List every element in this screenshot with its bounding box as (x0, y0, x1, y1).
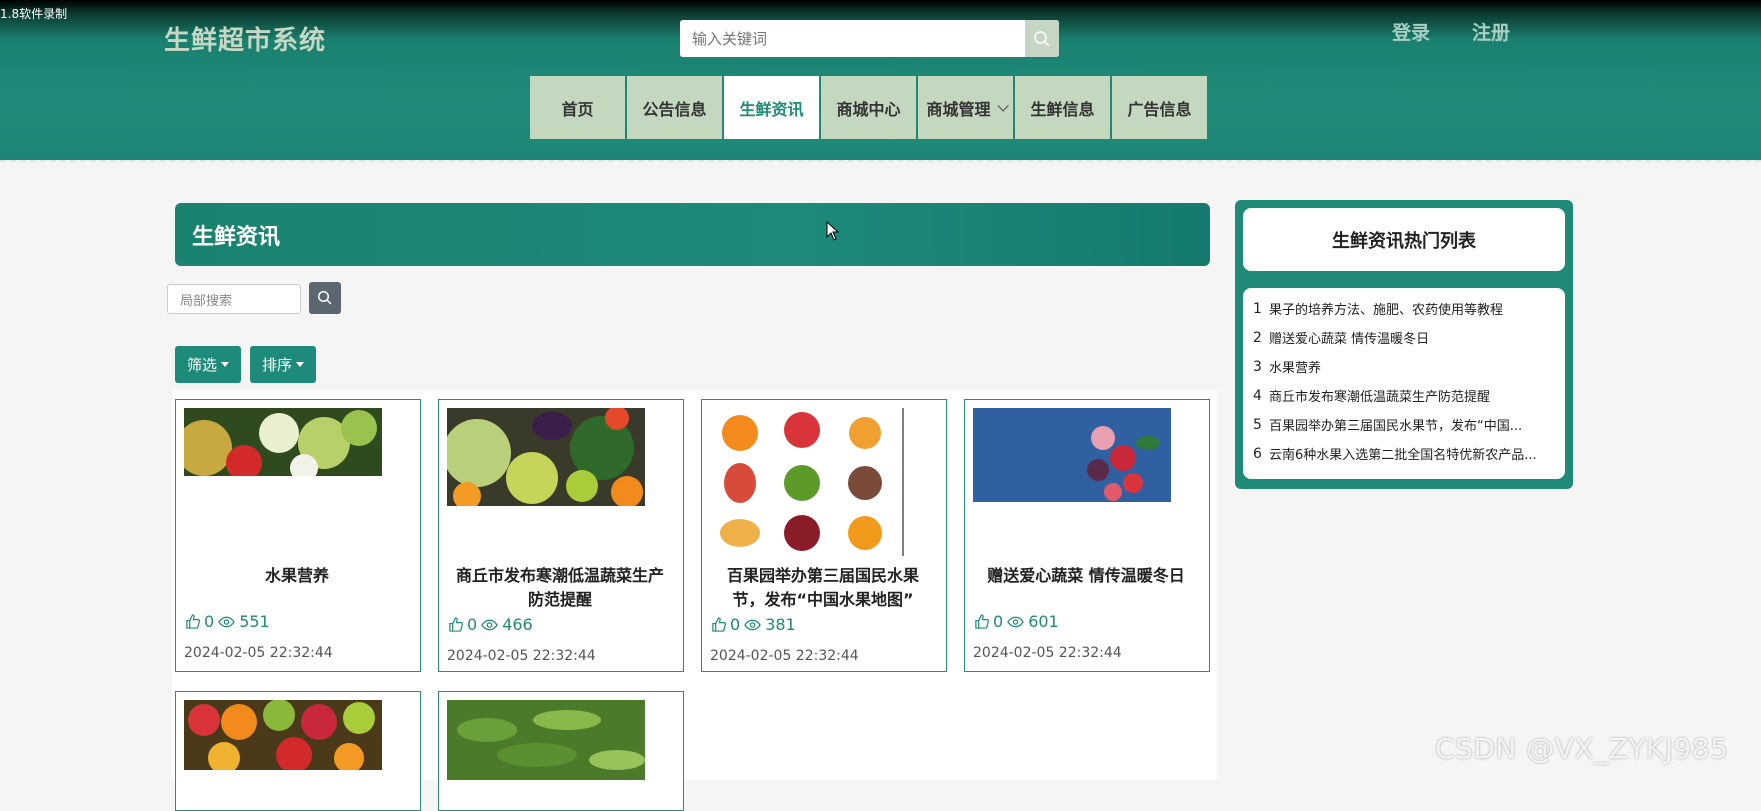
register-link[interactable]: 注册 (1472, 18, 1510, 45)
nav-fresh-news[interactable]: 生鲜资讯 (724, 76, 819, 139)
news-card-date: 2024-02-05 22:32:44 (973, 645, 1122, 661)
nav-fresh-info[interactable]: 生鲜信息 (1015, 76, 1110, 139)
thumbs-up-icon (712, 617, 726, 632)
news-card-title: 赠送爱心蔬菜 情传温暖冬日 (987, 566, 1185, 585)
chevron-down-icon (996, 99, 1009, 112)
news-card-stats: 0 601 (974, 612, 1059, 631)
eye-icon (218, 616, 235, 627)
nav-ads[interactable]: 广告信息 (1112, 76, 1207, 139)
hot-list-item[interactable]: 6 云南6种水果入选第二批全国名特优新农产品... (1243, 439, 1565, 468)
local-search-button[interactable] (309, 282, 341, 314)
eye-icon (1007, 616, 1024, 627)
section-title-bar: 生鲜资讯 (175, 203, 1210, 266)
global-search-button[interactable] (1025, 20, 1059, 57)
news-thumbnail (447, 700, 645, 780)
eye-icon (744, 619, 761, 630)
global-search (680, 20, 1059, 57)
thumbs-up-icon (186, 614, 200, 629)
hot-list-panel: 生鲜资讯热门列表 1 果子的培养方法、施肥、农药使用等教程 2 赠送爱心蔬菜 情传温… (1235, 200, 1573, 489)
nav-mall-center[interactable]: 商城中心 (821, 76, 916, 139)
news-thumbnail (447, 408, 645, 506)
news-thumbnail (184, 408, 382, 476)
hot-list-item[interactable]: 4 商丘市发布寒潮低温蔬菜生产防范提醒 (1243, 381, 1565, 410)
thumbs-up-icon (449, 617, 463, 632)
news-card-title: 百果园举办第三届国民水果节，发布“中国水果地图” (726, 566, 919, 609)
news-card-title: 水果营养 (264, 566, 329, 585)
mouse-cursor-icon (826, 221, 840, 241)
news-thumbnail (710, 408, 908, 556)
global-search-input[interactable] (680, 20, 1020, 57)
watermark: CSDN @VX_ZYKJ985 (1435, 732, 1729, 765)
thumbs-up-icon (975, 614, 989, 629)
caret-down-icon (221, 362, 230, 367)
news-card-stats: 0 381 (711, 615, 796, 634)
header-divider (0, 160, 1761, 165)
site-title[interactable]: 生鲜超市系统 (164, 20, 326, 57)
news-card-stats: 0 551 (185, 612, 270, 631)
hot-list-item[interactable]: 1 果子的培养方法、施肥、农药使用等教程 (1243, 294, 1565, 323)
hot-list-title: 生鲜资讯热门列表 (1243, 208, 1565, 271)
local-search-input[interactable]: 局部搜索 (167, 284, 301, 314)
news-card[interactable]: 百果园举办第三届国民水果节，发布“中国水果地图” 0 381 2024-02-0… (701, 399, 947, 672)
recorder-label: 1.8软件录制 (0, 7, 68, 21)
nav-mall-management[interactable]: 商城管理 (918, 76, 1013, 139)
caret-down-icon (296, 362, 305, 367)
news-thumbnail (184, 700, 382, 770)
login-link[interactable]: 登录 (1392, 18, 1430, 45)
news-card[interactable]: 商丘市发布寒潮低温蔬菜生产防范提醒 0 466 2024-02-05 22:32… (438, 399, 684, 672)
news-card[interactable]: 赠送爱心蔬菜 情传温暖冬日 0 601 2024-02-05 22:32:44 (964, 399, 1210, 672)
sort-dropdown-button[interactable]: 排序 (250, 346, 317, 383)
hot-list-item[interactable]: 5 百果园举办第三届国民水果节，发布“中国... (1243, 410, 1565, 439)
search-icon (1034, 30, 1050, 47)
news-card[interactable] (175, 691, 421, 811)
news-card[interactable]: 水果营养 0 551 2024-02-05 22:32:44 (175, 399, 421, 672)
news-card-stats: 0 466 (448, 615, 533, 634)
hot-list: 1 果子的培养方法、施肥、农药使用等教程 2 赠送爱心蔬菜 情传温暖冬日 3 水果营养… (1243, 288, 1565, 479)
news-card-title: 商丘市发布寒潮低温蔬菜生产防范提醒 (455, 566, 664, 609)
nav-notices[interactable]: 公告信息 (627, 76, 722, 139)
eye-icon (481, 619, 498, 630)
filter-dropdown-button[interactable]: 筛选 (175, 346, 242, 383)
news-card-date: 2024-02-05 22:32:44 (184, 645, 333, 661)
news-thumbnail (973, 408, 1171, 502)
section-title: 生鲜资讯 (192, 224, 281, 250)
nav-home[interactable]: 首页 (530, 76, 625, 139)
news-card[interactable] (438, 691, 684, 811)
main-nav: 首页 公告信息 生鲜资讯 商城中心 商城管理 生鲜信息 广告信息 (530, 76, 1209, 139)
news-card-date: 2024-02-05 22:32:44 (447, 648, 596, 664)
search-icon (317, 290, 332, 305)
hot-list-item[interactable]: 2 赠送爱心蔬菜 情传温暖冬日 (1243, 323, 1565, 352)
news-card-date: 2024-02-05 22:32:44 (710, 648, 859, 664)
hot-list-item[interactable]: 3 水果营养 (1243, 352, 1565, 381)
